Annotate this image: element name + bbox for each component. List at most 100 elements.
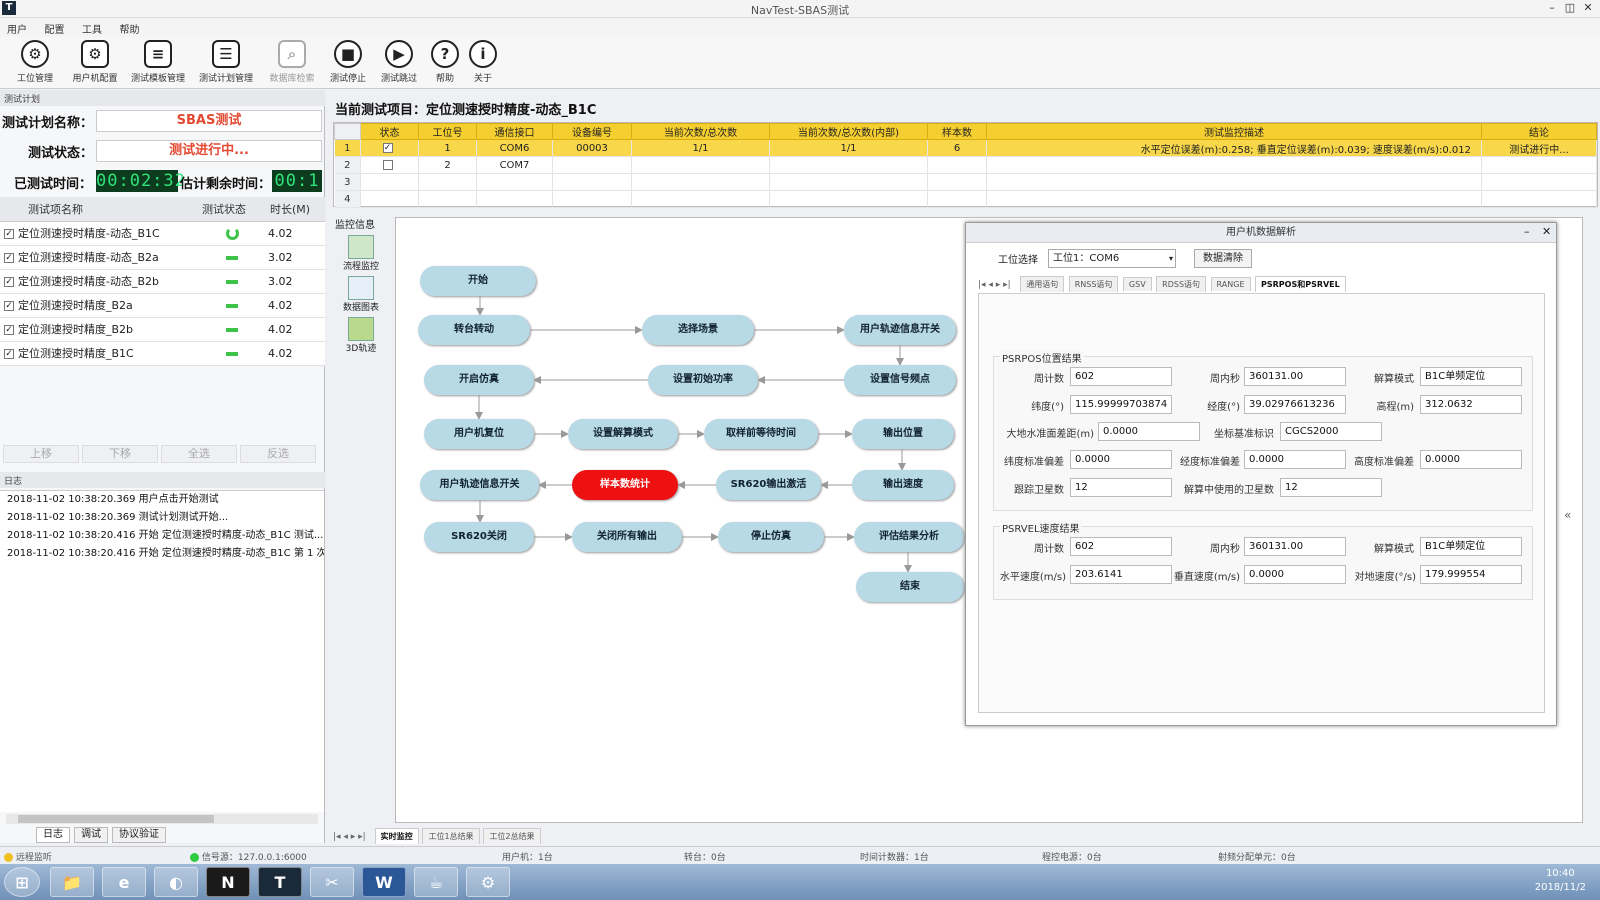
table-row[interactable]: 4	[334, 190, 1597, 208]
pos-geoid-field[interactable]: 0.0000	[1098, 422, 1200, 441]
close-button[interactable]: ✕	[1580, 1, 1596, 15]
monitor-desc-cell	[986, 156, 1482, 174]
ie-icon[interactable]: e	[102, 867, 146, 897]
help-button[interactable]: ? 帮助	[428, 40, 462, 88]
stop-test-button[interactable]: ■ 测试停止	[326, 40, 370, 88]
tool-icon[interactable]: ⚙	[466, 867, 510, 897]
dialog-close-icon[interactable]: ✕	[1542, 225, 1551, 238]
template-manage-button[interactable]: ≡ 测试模板管理	[128, 40, 188, 88]
pos-week-field[interactable]: 602	[1070, 367, 1172, 386]
tab-debug[interactable]: 调试	[74, 827, 108, 843]
table-row[interactable]: ✓ 定位测速授时精度_B1C 4.02	[0, 341, 325, 366]
navtest-n-icon[interactable]: N	[206, 867, 250, 897]
collapse-arrow-icon[interactable]: «	[1564, 508, 1571, 522]
navtest-t-icon[interactable]: T	[258, 867, 302, 897]
table-row[interactable]: ✓ 定位测速授时精度-动态_B2b 3.02	[0, 269, 325, 294]
station-checkbox[interactable]	[382, 159, 393, 170]
data-chart-button[interactable]: 数据图表	[335, 276, 387, 313]
clear-data-button[interactable]: 数据清除	[1194, 249, 1252, 268]
item-checkbox[interactable]: ✓	[4, 349, 14, 359]
table-row[interactable]: ✓ 定位测速授时精度_B2b 4.02	[0, 317, 325, 342]
tab-nav-arrows[interactable]: |◂ ◂ ▸ ▸|	[978, 280, 1011, 290]
scroll-thumb[interactable]	[18, 815, 214, 823]
item-checkbox[interactable]: ✓	[4, 253, 14, 263]
snipping-icon[interactable]: ✂	[310, 867, 354, 897]
item-checkbox[interactable]: ✓	[4, 301, 14, 311]
track-3d-button[interactable]: 3D轨迹	[335, 317, 387, 354]
item-checkbox[interactable]: ✓	[4, 325, 14, 335]
vel-mode-field[interactable]: B1C单频定位	[1420, 537, 1522, 556]
tab-protocol[interactable]: 协议验证	[112, 827, 166, 843]
move-down-button[interactable]: 下移	[82, 445, 158, 463]
skip-test-button[interactable]: ▶ 测试跳过	[376, 40, 422, 88]
item-checkbox[interactable]: ✓	[4, 277, 14, 287]
vel-week-field[interactable]: 602	[1070, 537, 1172, 556]
pos-lat-sd-field[interactable]: 0.0000	[1070, 450, 1172, 469]
explorer-icon[interactable]: 📁	[50, 867, 94, 897]
pos-datum-field[interactable]: CGCS2000	[1280, 422, 1382, 441]
pos-sow-field[interactable]: 360131.00	[1244, 367, 1346, 386]
invert-select-button[interactable]: 反选	[240, 445, 316, 463]
table-row[interactable]: 2 2 COM7	[334, 156, 1597, 174]
turntable-count: 转台：0台	[684, 853, 726, 863]
move-up-button[interactable]: 上移	[3, 445, 79, 463]
field-label: 周计数	[1034, 544, 1064, 555]
menu-help[interactable]: 帮助	[113, 19, 147, 38]
tab-common[interactable]: 通用语句	[1020, 276, 1065, 292]
table-row[interactable]: 1 ✓ 1 COM6 00003 1/1 1/1 6 水平定位误差(m):0.2…	[334, 139, 1597, 157]
pos-lon-sd-field[interactable]: 0.0000	[1244, 450, 1346, 469]
tab-gsv[interactable]: GSV	[1122, 277, 1152, 291]
menu-user[interactable]: 用户	[0, 19, 34, 38]
vel-sow-field[interactable]: 360131.00	[1244, 537, 1346, 556]
horizontal-scrollbar[interactable]	[6, 814, 318, 824]
dialog-minimize-icon[interactable]: –	[1524, 225, 1530, 238]
flow-node-out-vel: 输出速度	[852, 470, 954, 500]
word-icon[interactable]: W	[362, 867, 406, 897]
item-checkbox[interactable]: ✓	[4, 229, 14, 239]
java-icon[interactable]: ☕	[414, 867, 458, 897]
table-row[interactable]: ✓ 定位测速授时精度-动态_B2a 3.02	[0, 245, 325, 270]
messenger-icon[interactable]: ◐	[154, 867, 198, 897]
pos-track-sats-field[interactable]: 12	[1070, 478, 1172, 497]
plan-manage-button[interactable]: ☰ 测试计划管理	[196, 40, 256, 88]
station-select-label: 工位选择	[998, 255, 1038, 266]
menu-config[interactable]: 配置	[38, 19, 72, 38]
select-all-button[interactable]: 全选	[161, 445, 237, 463]
pos-lon-field[interactable]: 39.02976613236	[1244, 395, 1346, 414]
table-row[interactable]: 3	[334, 173, 1597, 191]
pos-alt-field[interactable]: 312.0632	[1420, 395, 1522, 414]
station-checkbox[interactable]: ✓	[382, 142, 393, 153]
vel-heading-field[interactable]: 179.999554	[1420, 565, 1522, 584]
station-manage-button[interactable]: ⚙ 工位管理	[10, 40, 60, 88]
about-button[interactable]: i 关于	[466, 40, 500, 88]
table-row[interactable]: ✓ 定位测速授时精度_B2a 4.02	[0, 293, 325, 318]
pos-mode-field[interactable]: B1C单频定位	[1420, 367, 1522, 386]
tab-nav-arrows[interactable]: |◂ ◂ ▸ ▸|	[333, 832, 366, 842]
pos-lat-field[interactable]: 115.99999703874	[1070, 395, 1172, 414]
tab-realtime[interactable]: 实时监控	[374, 828, 419, 844]
monitor-label: 流程监控	[342, 262, 379, 272]
tab-log[interactable]: 日志	[36, 827, 70, 843]
log-line: 2018-11-02 10:38:20.416 开始 定位测速授时精度-动态_B…	[7, 548, 324, 559]
pos-used-sats-field[interactable]: 12	[1280, 478, 1382, 497]
tab-station1-result[interactable]: 工位1总结果	[422, 828, 480, 844]
flow-monitor-button[interactable]: 流程监控	[335, 235, 387, 272]
menu-tools[interactable]: 工具	[75, 19, 109, 38]
tab-station2-result[interactable]: 工位2总结果	[483, 828, 541, 844]
test-status-label: 测试状态：	[28, 146, 94, 161]
tab-psrpos-psrvel[interactable]: PSRPOS和PSRVEL	[1255, 276, 1346, 292]
station-select[interactable]: 工位1：COM6 ▾	[1048, 249, 1176, 268]
minimize-button[interactable]: –	[1544, 1, 1560, 15]
vel-hspeed-field[interactable]: 203.6141	[1070, 565, 1172, 584]
pos-alt-sd-field[interactable]: 0.0000	[1420, 450, 1522, 469]
restore-button[interactable]: ◫	[1562, 1, 1578, 15]
database-search-button[interactable]: ⌕ 数据库检索	[266, 40, 318, 88]
tab-rdss[interactable]: RDSS语句	[1156, 276, 1207, 292]
table-row[interactable]: ✓ 定位测速授时精度-动态_B1C 4.02	[0, 221, 325, 246]
start-button[interactable]: ⊞	[4, 867, 40, 897]
tab-range[interactable]: RANGE	[1210, 277, 1251, 291]
user-config-button[interactable]: ⚙ 用户机配置	[66, 40, 124, 88]
status-bar: 远程监听 信号源：127.0.0.1:6000 用户机：1台 转台：0台 时间计…	[0, 846, 1600, 864]
tab-rnss[interactable]: RNSS语句	[1068, 276, 1119, 292]
vel-vspeed-field[interactable]: 0.0000	[1244, 565, 1346, 584]
